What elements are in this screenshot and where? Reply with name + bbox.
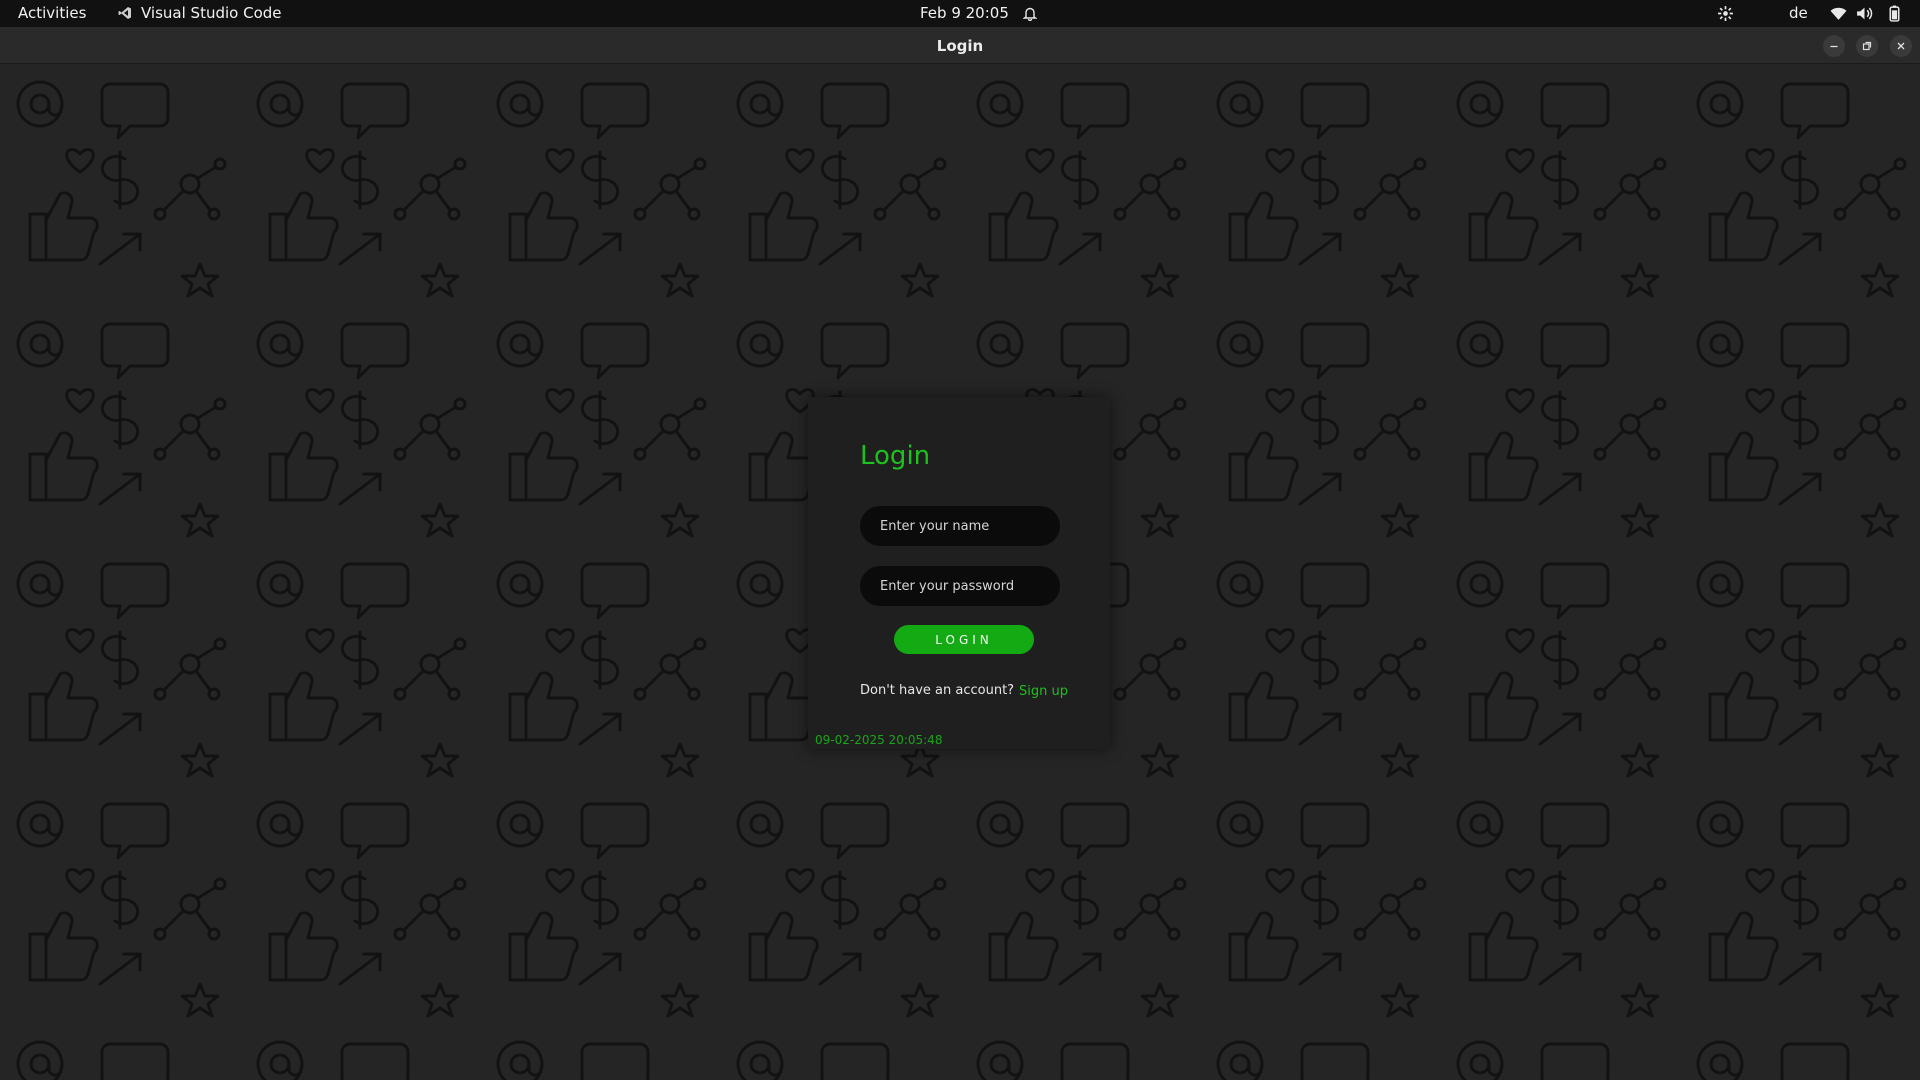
- close-icon: [1897, 42, 1905, 50]
- clock-text: Feb 9 20:05: [920, 4, 1009, 22]
- no-account-text: Don't have an account?: [860, 683, 1015, 698]
- clock-button[interactable]: Feb 9 20:05: [920, 4, 1037, 22]
- accessibility-icon[interactable]: [1717, 5, 1734, 22]
- maximize-button[interactable]: [1856, 35, 1878, 57]
- battery-icon[interactable]: [1886, 5, 1903, 22]
- close-button[interactable]: [1890, 35, 1912, 57]
- maximize-icon: [1862, 41, 1872, 51]
- login-button[interactable]: LOGIN: [894, 625, 1034, 654]
- minimize-icon: [1830, 45, 1838, 48]
- window-title-bar[interactable]: Login: [0, 27, 1920, 64]
- focused-app-name: Visual Studio Code: [141, 4, 282, 22]
- minimize-button[interactable]: [1823, 35, 1845, 57]
- activities-button[interactable]: Activities: [18, 4, 86, 22]
- focused-app-menu[interactable]: Visual Studio Code: [118, 4, 282, 22]
- keyboard-layout-indicator[interactable]: de: [1789, 4, 1808, 22]
- wifi-icon[interactable]: [1830, 5, 1847, 22]
- volume-icon[interactable]: [1856, 5, 1873, 22]
- current-timestamp: 09-02-2025 20:05:48: [815, 733, 943, 747]
- signup-link[interactable]: Sign up: [1019, 684, 1068, 699]
- system-top-bar: Activities Visual Studio Code Feb 9 20:0…: [0, 0, 1920, 27]
- login-heading: Login: [860, 441, 931, 471]
- vscode-icon: [118, 7, 131, 19]
- window-title: Login: [936, 37, 984, 55]
- name-input[interactable]: [860, 506, 1060, 546]
- app-content: Login LOGIN: [0, 64, 1920, 1080]
- alarm-icon: [1022, 7, 1037, 21]
- password-input[interactable]: [860, 566, 1060, 606]
